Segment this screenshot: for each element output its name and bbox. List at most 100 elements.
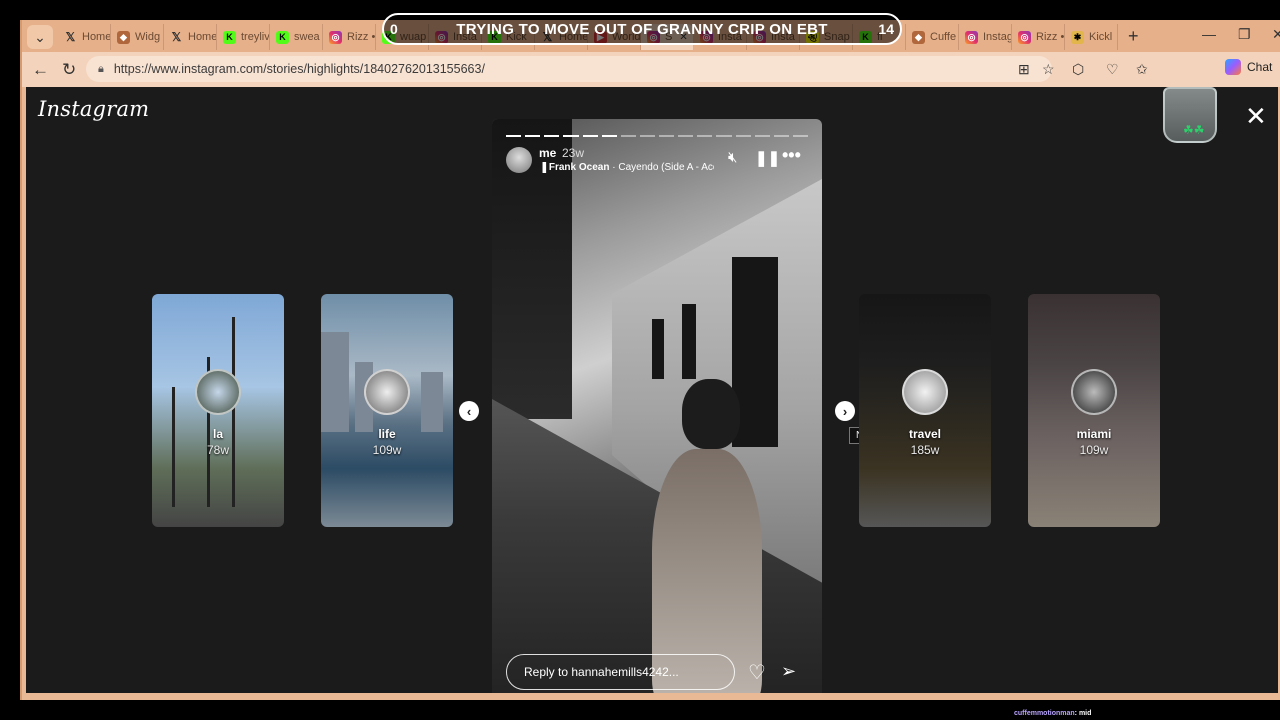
progress-segment [773,135,789,137]
story-username[interactable]: me [539,146,556,160]
progress-segment [716,135,732,137]
mute-button[interactable]: 🔇︎ [728,149,737,166]
progress-segment [601,135,617,137]
url-text: https://www.instagram.com/stories/highli… [113,62,485,76]
arrow-left-icon: ← [32,60,49,79]
progress-segment [525,135,541,137]
highlight-label: travel [908,427,942,441]
music-artist: Frank Ocean [548,162,610,173]
window [652,319,664,379]
highlight-avatar [902,369,948,415]
extensions-icon[interactable]: ⬡ [1072,61,1084,78]
previous-story-button[interactable]: ‹ [459,401,479,421]
new-tab-button[interactable]: + [1128,26,1139,47]
story-progress-bar [506,135,808,137]
highlight-label: la [212,427,223,441]
highlight-age: 109w [372,443,402,457]
instagram-icon: ◎ [965,30,978,44]
highlight-avatar [1071,369,1117,415]
highlight-card-la[interactable]: la 78w [152,294,284,527]
next-story-button[interactable]: › [835,401,855,421]
browser-tab[interactable]: ◆ Widg [111,24,164,50]
highlight-age: 185w [910,443,940,457]
tab-label: treyliv [241,31,270,43]
close-window-button[interactable]: ✕ [1272,26,1280,43]
active-story[interactable]: me 23w ▐ Frank Ocean · Cayendo (Side A -… [492,119,822,693]
goal-target: 14 [878,21,894,37]
story-music-info[interactable]: ▐ Frank Ocean · Cayendo (Side A - Aco [539,162,714,173]
browser-tab[interactable]: ◎ Rizz • [1012,24,1065,50]
browser-tab[interactable]: ✱ Kickl [1065,24,1118,50]
building [421,372,443,432]
clover-icon: ☘☘ [1183,123,1205,137]
refresh-icon: ↻ [62,60,77,79]
instagram-story-viewer: Instagram ☘☘ ✕ la 78w life 109w ‹ me 23w… [26,87,1278,693]
like-button[interactable]: ♡ [748,660,766,685]
screen: ⌄ 𝕏Home◆Widg𝕏HomeKtreylivKswea◎Rizz •Kwu… [0,0,1280,720]
refresh-button[interactable]: ↻ [62,60,76,80]
ellipsis-icon: ••• [782,145,801,165]
progress-segment [563,135,579,137]
favorites-icon[interactable]: ✩ [1136,61,1148,78]
tab-actions-menu[interactable]: ⌄ [27,25,53,49]
browser-tab[interactable]: ◎ Instag [959,24,1012,50]
chevron-right-icon: › [842,403,848,419]
progress-segment [659,135,675,137]
pause-button[interactable]: ❚❚ [755,149,780,167]
close-icon: ✕ [1245,101,1267,131]
highlight-card-travel[interactable]: travel 185w [859,294,991,527]
share-button[interactable]: ➢ [781,661,796,682]
app-available-icon[interactable]: ⊞ [1018,61,1030,78]
progress-segment [620,135,636,137]
story-person-hair [682,379,740,449]
instagram-logo[interactable]: Instagram [38,97,149,121]
stream-goal-banner: 0 TRYING TO MOVE OUT OF GRANNY CRIP ON E… [382,13,902,45]
reply-input[interactable]: Reply to hannahemills4242... [506,654,735,690]
url-input[interactable]: 🔒︎ https://www.instagram.com/stories/hig… [86,56,1052,82]
tab-label: Kickl [1089,31,1113,43]
heart-icon: ♡ [748,662,766,684]
tab-label: Widg [135,31,161,43]
tip-jar-overlay: ☘☘ [1163,87,1217,143]
browser-tab[interactable]: 𝕏 Home [58,24,111,50]
highlight-avatar [364,369,410,415]
chat-text: : mid [1074,710,1092,717]
more-options-button[interactable]: ••• [782,145,801,166]
instagram-icon: ◎ [1018,30,1031,44]
close-story-button[interactable]: ✕ [1245,103,1267,129]
browser-tab[interactable]: Ktreyliv [217,24,270,50]
highlight-age: 78w [206,443,229,457]
browser-tab[interactable]: ◆ Cuffe [906,24,959,50]
browser-tab[interactable]: ◎ Rizz • [323,24,376,50]
highlight-card-life[interactable]: life 109w [321,294,453,527]
chat-username: cuffemmotionman [1014,710,1075,717]
restore-button[interactable]: ❐ [1238,26,1251,43]
address-bar-row: ← ↻ 🔒︎ https://www.instagram.com/stories… [22,52,1280,87]
browser-tab[interactable]: Kswea [270,24,323,50]
kick-icon: K [223,30,236,44]
copilot-icon [1225,59,1241,75]
site-info-icon[interactable]: 🔒︎ [98,63,104,76]
x-icon: 𝕏 [65,30,76,44]
favorite-star-icon[interactable]: ☆ [1042,61,1055,78]
building [321,332,349,432]
star-icon: ✱ [1071,30,1084,44]
tab-label: Home [188,31,217,43]
highlight-label: life [378,427,396,441]
pause-icon: ❚❚ [755,150,781,167]
browser-tab[interactable]: 𝕏 Home [164,24,217,50]
highlight-card-miami[interactable]: miami 109w [1028,294,1160,527]
browser-essentials-icon[interactable]: ♡ [1106,61,1119,78]
window [682,304,696,379]
progress-segment [792,135,808,137]
progress-segment [506,135,522,137]
story-timestamp: 23w [562,146,585,160]
progress-segment [639,135,655,137]
progress-segment [697,135,713,137]
copilot-chat-button[interactable]: Chat [1225,59,1272,75]
send-icon: ➢ [781,661,797,681]
story-user-avatar[interactable] [506,147,532,173]
back-button[interactable]: ← [32,60,49,80]
x-icon: 𝕏 [171,30,182,44]
minimize-button[interactable]: — [1202,26,1216,42]
